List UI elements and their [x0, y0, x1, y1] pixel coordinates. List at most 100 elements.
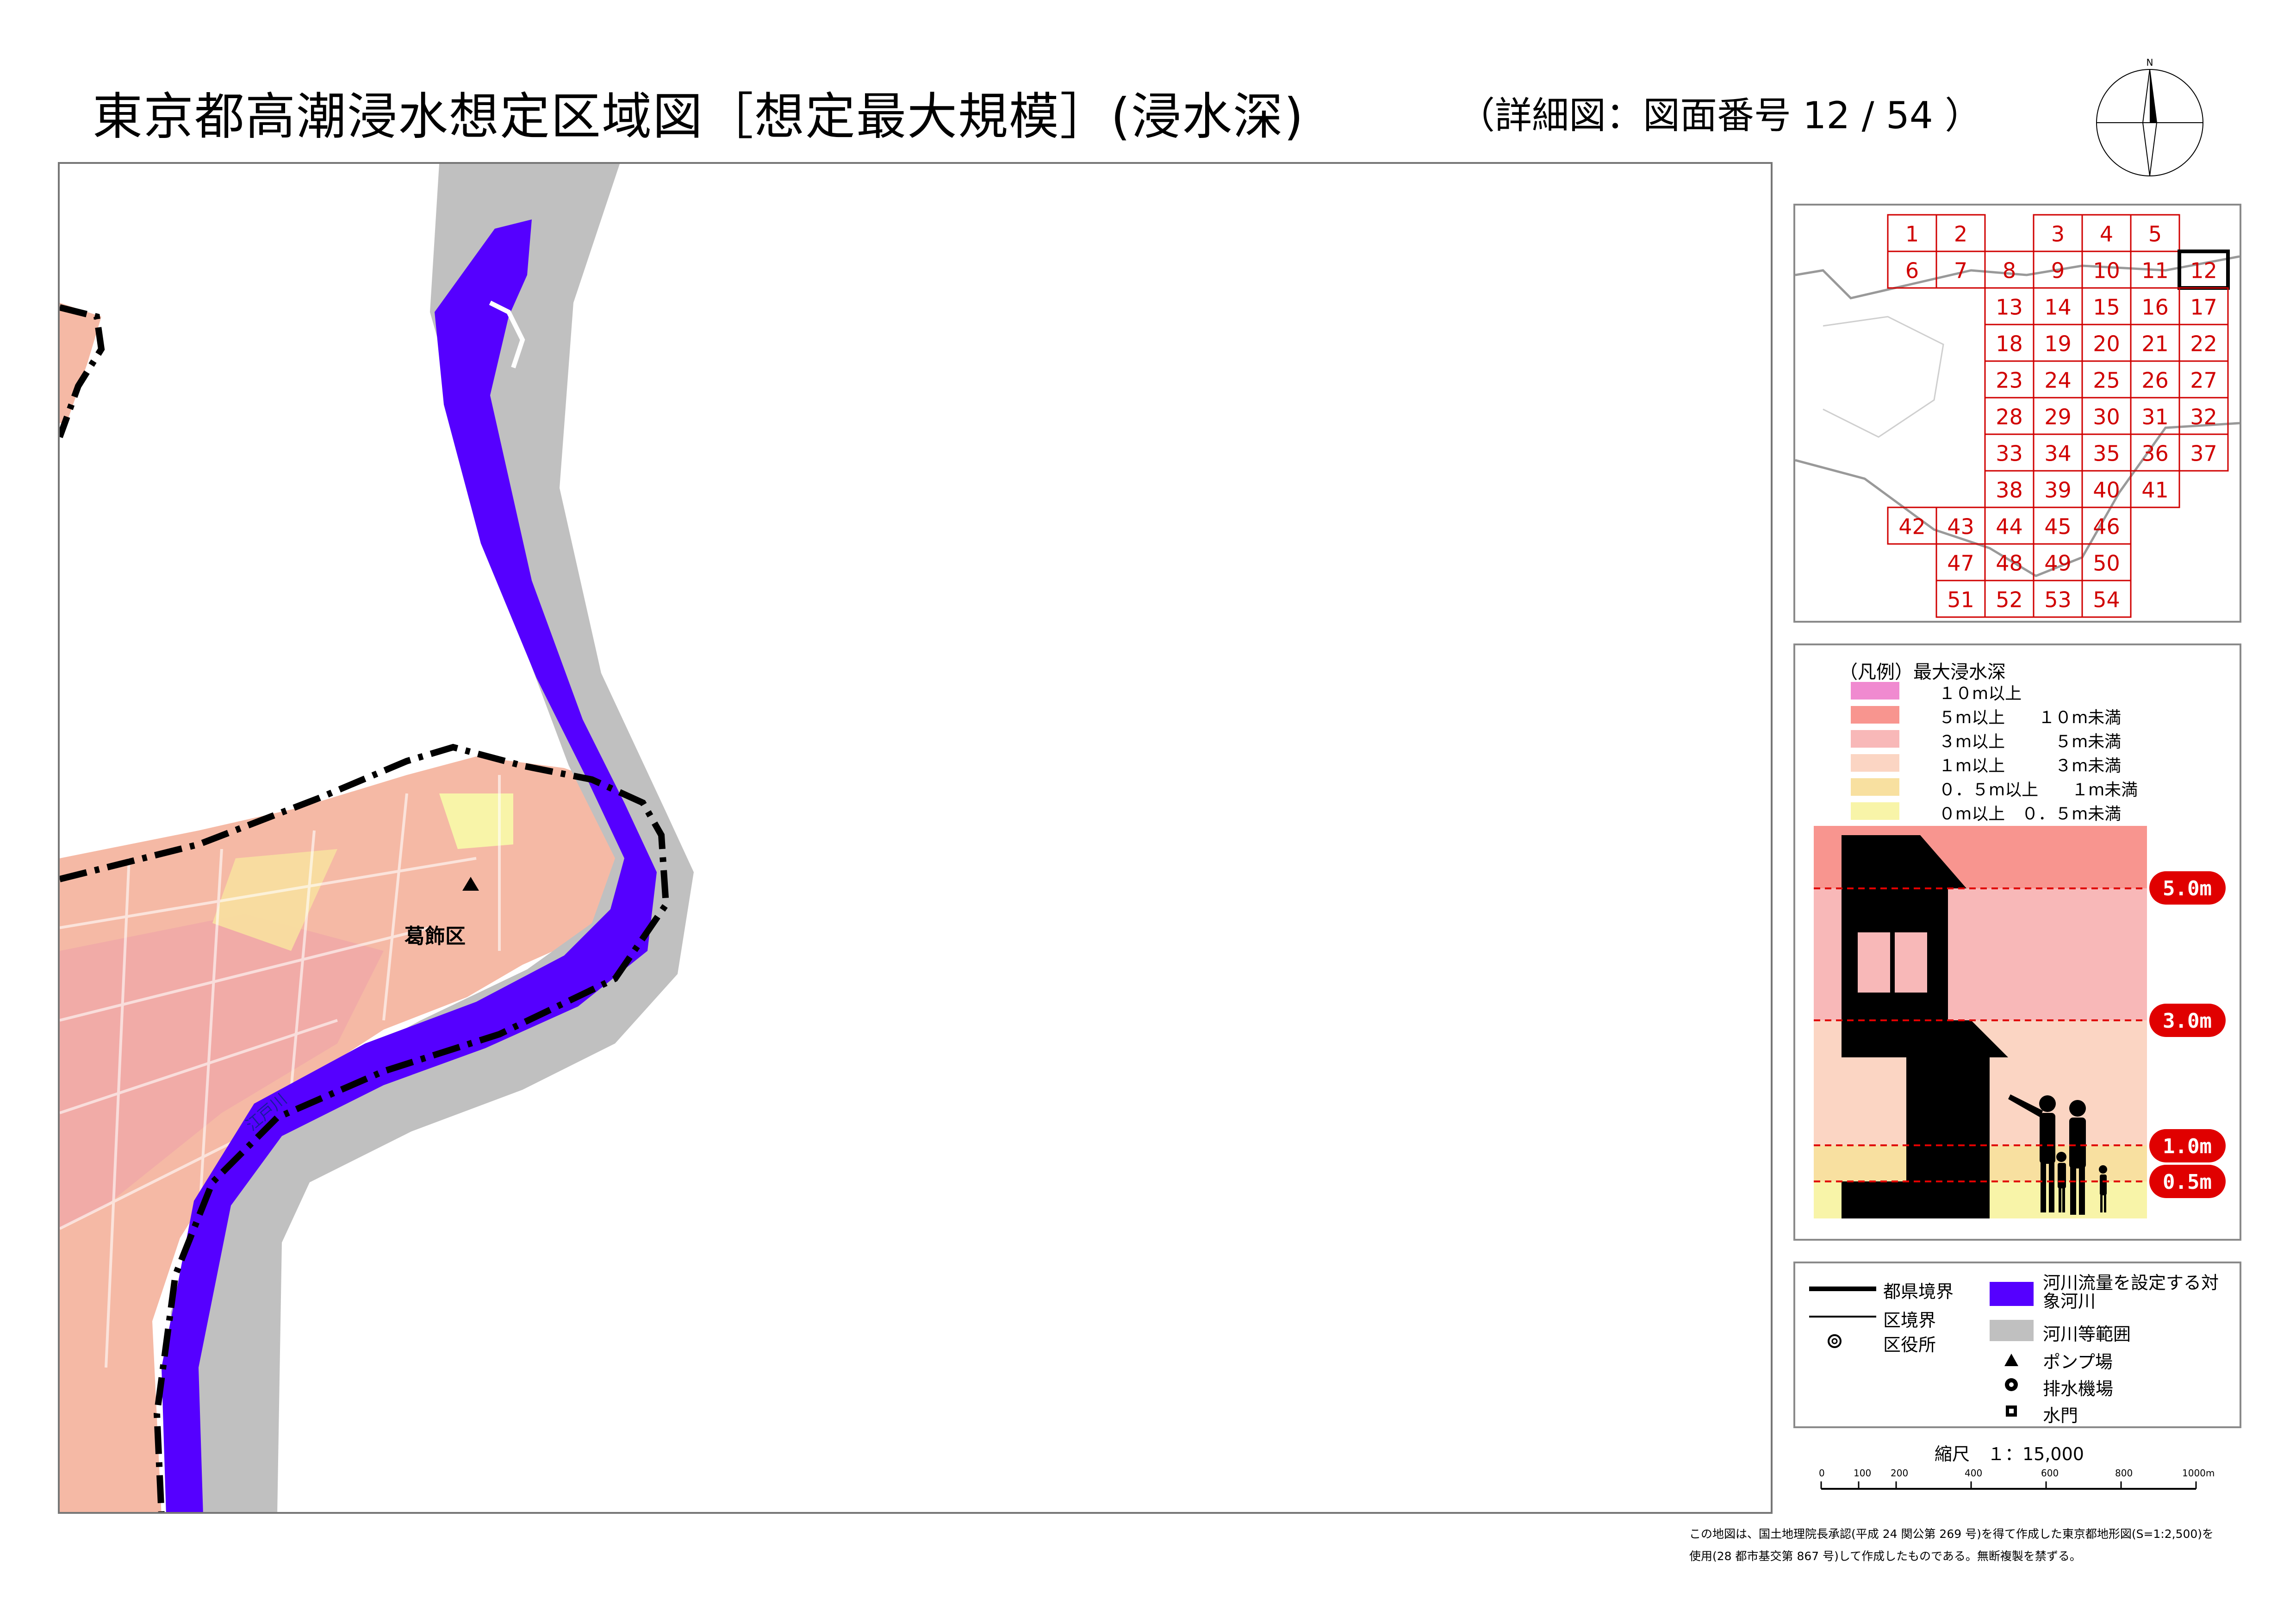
- legend-swatch: [1851, 730, 1899, 748]
- index-sheet-number: 27: [2190, 368, 2217, 393]
- legend-label: １０m以上: [1939, 684, 2022, 703]
- level-marker: 1.0m: [2163, 1135, 2212, 1158]
- credit-line: この地図は、国土地理院長承認(平成 24 関公第 269 号)を得て作成した東京…: [1689, 1527, 2214, 1541]
- index-sheet-number: 7: [1954, 258, 1967, 283]
- index-sheet-number: 43: [1947, 514, 1974, 539]
- index-sheet-number: 30: [2093, 405, 2120, 430]
- index-sheet-number: 26: [2141, 368, 2169, 393]
- index-sheet-number: 41: [2141, 478, 2169, 503]
- index-sheet-number: 38: [1996, 478, 2023, 503]
- level-marker: 5.0m: [2163, 877, 2212, 900]
- index-sheet-number: 6: [1905, 258, 1919, 283]
- index-sheet-number: 49: [2044, 551, 2072, 576]
- index-sheet-number: 33: [1996, 441, 2023, 466]
- index-map-panel: 1 2 3 4 5 6 7 8 9 10 11 12 13 14 15 16 17 18 19 20 21 22 23 24 2…: [1793, 204, 2241, 623]
- index-sheet-number: 46: [2093, 514, 2120, 539]
- map-title: 東京都高潮浸水想定区域図［想定最大規模］(浸水深): [93, 88, 1305, 146]
- legend-swatch: [1851, 682, 1899, 700]
- sheet-number: （詳細図：図面番号 12 / 54 ）: [1458, 94, 1982, 137]
- index-sheet-number: 54: [2093, 587, 2120, 612]
- index-sheet-number: 34: [2044, 441, 2072, 466]
- target-river-label: 河川流量を設定する対象河川: [2043, 1273, 2219, 1312]
- index-sheet-number: 17: [2190, 295, 2217, 320]
- index-sheet-number: 8: [2003, 258, 2016, 283]
- target-river-swatch: [1990, 1282, 2034, 1306]
- ward-office-label: 区役所: [1883, 1335, 1936, 1355]
- legend-item: ０．５m以上 １m未満: [1851, 776, 2221, 800]
- index-sheet-number: 32: [2190, 405, 2217, 430]
- scale-tick: 400: [1965, 1468, 1983, 1479]
- pump-icon: [2004, 1354, 2018, 1366]
- ward-office-icon: [1828, 1334, 1842, 1348]
- index-sheet-number: 11: [2141, 258, 2169, 283]
- index-sheet-number: 40: [2093, 478, 2120, 503]
- scale-tick: 1000m: [2182, 1468, 2215, 1479]
- index-sheet-number: 51: [1947, 587, 1974, 612]
- index-sheet-number: 44: [1996, 514, 2023, 539]
- index-sheet-number: 50: [2093, 551, 2120, 576]
- index-sheet-number: 52: [1996, 587, 2023, 612]
- map-canvas: 葛飾区 江戸川: [60, 164, 694, 1512]
- index-sheet-number: 10: [2093, 258, 2120, 283]
- level-marker: 0.5m: [2163, 1170, 2212, 1194]
- index-sheet-number: 23: [1996, 368, 2023, 393]
- drainage-label: 排水機場: [2043, 1379, 2114, 1399]
- index-sheet-number: 20: [2093, 331, 2120, 356]
- index-sheet-number: 18: [1996, 331, 2023, 356]
- main-map[interactable]: 葛飾区 江戸川: [58, 162, 1773, 1514]
- legend-swatch: [1851, 778, 1899, 796]
- index-sheet-number: 29: [2044, 405, 2072, 430]
- pref-border-label: 都県境界: [1883, 1281, 1954, 1302]
- legend-swatch: [1851, 706, 1899, 724]
- legend-label: １m以上 ３m未満: [1939, 756, 2122, 775]
- index-sheet-number: 28: [1996, 405, 2023, 430]
- index-sheet-number: 36: [2141, 441, 2169, 466]
- index-sheet-number: 12: [2190, 258, 2217, 283]
- scale-bar: 0 100 200 400 600 800 1000m: [1819, 1468, 2215, 1495]
- scale-tick: 200: [1891, 1468, 1909, 1479]
- index-sheet-number: 16: [2141, 295, 2169, 320]
- index-sheet-number: 2: [1954, 222, 1967, 247]
- scale-tick: 600: [2041, 1468, 2059, 1479]
- index-sheet-number: 39: [2044, 478, 2072, 503]
- index-sheet-number: 35: [2093, 441, 2120, 466]
- depth-legend: （凡例）最大浸水深 １０m以上 ５m以上 １０m未満 ３m以上 ５m未満 １m以…: [1793, 643, 2241, 1241]
- scale-label: 縮尺 １：15,000: [1935, 1444, 2084, 1464]
- scale-tick: 800: [2115, 1468, 2133, 1479]
- index-sheet-number: 15: [2093, 295, 2120, 320]
- index-grid[interactable]: 1 2 3 4 56 7 8 9 10 11 1213 14 15 16 1718 19 20 21 2223 24 2…: [1887, 214, 2230, 618]
- index-sheet-number: 53: [2044, 587, 2072, 612]
- index-sheet-number: 25: [2093, 368, 2120, 393]
- legend-item: ０m以上 ０．５m未満: [1851, 800, 2221, 824]
- index-sheet-number: 45: [2044, 514, 2072, 539]
- index-sheet-number: 22: [2190, 331, 2217, 356]
- copyright-notice: この地図は、国土地理院長承認(平成 24 関公第 269 号)を得て作成した東京…: [1689, 1523, 2245, 1568]
- scale-tick: 100: [1854, 1468, 1872, 1479]
- scale-tick: 0: [1819, 1468, 1825, 1479]
- legend-item: １m以上 ３m未満: [1851, 752, 2221, 775]
- index-sheet-number: 4: [2100, 222, 2113, 247]
- north-arrow-icon: N: [2096, 57, 2203, 176]
- north-label: N: [2147, 57, 2153, 68]
- index-sheet-number: 9: [2051, 258, 2065, 283]
- index-sheet-number: 13: [1996, 295, 2023, 320]
- river-range-label: 河川等範囲: [2043, 1324, 2131, 1344]
- index-sheet-number: 14: [2044, 295, 2072, 320]
- legend-label: ０．５m以上 １m未満: [1939, 781, 2138, 800]
- legend-item: ５m以上 １０m未満: [1851, 704, 2221, 727]
- credit-line: 使用(28 都市基交第 867 号)して作成したものである。無断複製を禁ずる。: [1689, 1549, 2081, 1563]
- legend-label: ３m以上 ５m未満: [1939, 732, 2122, 751]
- index-sheet-number: 19: [2044, 331, 2072, 356]
- legend-item: １０m以上: [1851, 680, 2221, 703]
- index-sheet-number: 31: [2141, 405, 2169, 430]
- legend-label: ５m以上 １０m未満: [1939, 708, 2122, 727]
- floodgate-label: 水門: [2043, 1405, 2078, 1426]
- index-sheet-number: 1: [1905, 222, 1919, 247]
- index-map: 1 2 3 4 56 7 8 9 10 11 1213 14 15 16 1718 19 20 21 2223 24 2…: [1795, 214, 2240, 618]
- index-sheet-number: 48: [1996, 551, 2023, 576]
- ward-label: 葛飾区: [404, 924, 466, 948]
- pump-label: ポンプ場: [2043, 1352, 2113, 1372]
- index-sheet-number: 24: [2044, 368, 2072, 393]
- index-sheet-number: 21: [2141, 331, 2169, 356]
- legend-item: ３m以上 ５m未満: [1851, 728, 2221, 751]
